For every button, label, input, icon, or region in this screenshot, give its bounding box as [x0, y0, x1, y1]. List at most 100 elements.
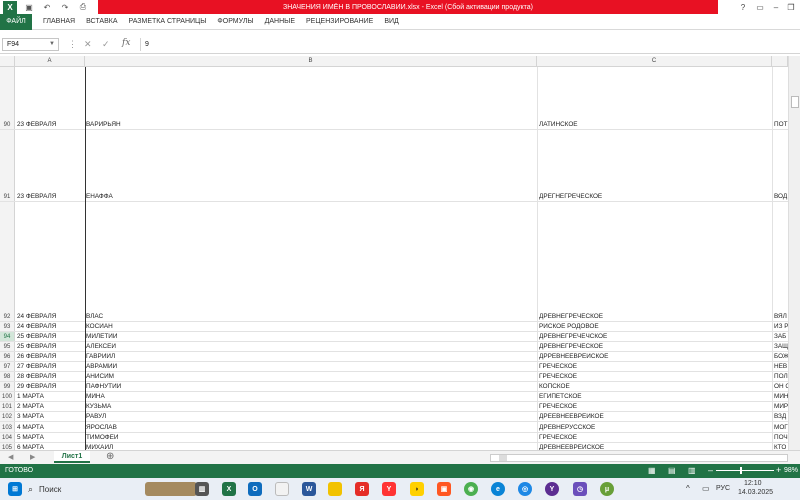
cell-name[interactable]: ГАВРИИЛ — [85, 353, 535, 360]
cell-origin[interactable]: ЛАТИНСКОЕ — [538, 121, 770, 128]
table-row[interactable]: 99 29 ФЕВРАЛЯ ПАФНУТИЙ КОПСКОЕ ОН С — [0, 382, 788, 392]
chevron-up-icon[interactable]: ^ — [686, 484, 690, 493]
word-icon[interactable]: W — [302, 482, 316, 496]
cell-name[interactable]: ВЛАС — [85, 313, 535, 320]
row-header[interactable]: 94 — [0, 332, 15, 341]
cell-name[interactable]: МИНА — [85, 393, 535, 400]
cell-meaning[interactable]: ПОЛ — [773, 373, 788, 380]
table-row[interactable]: 97 27 ФЕВРАЛЯ АВРАМИЙ ГРЕЧЕСКОЕ НЕВ — [0, 362, 788, 372]
column-header-a[interactable]: A — [15, 56, 85, 67]
cell-name[interactable]: МИЛЕТИЙ — [85, 333, 535, 340]
cell-meaning[interactable]: ВЯЛ — [773, 313, 788, 320]
table-row[interactable]: 104 5 МАРТА ТИМОФЕЙ ГРЕЧЕСКОЕ ПОЧ — [0, 433, 788, 443]
cell-meaning[interactable]: ПОЧ — [773, 434, 788, 441]
outlook-icon[interactable]: O — [248, 482, 262, 496]
cancel-icon[interactable]: ✕ — [84, 39, 92, 50]
table-row[interactable]: 91 23 ФЕВРАЛЯ ЕНАФФА ДРЕГНЕГРЕЧЕСКОЕ ВОД — [0, 130, 788, 202]
page-layout-icon[interactable]: ▤ — [668, 466, 676, 475]
tab-insert[interactable]: ВСТАВКА — [86, 18, 117, 25]
cell-date[interactable]: 4 МАРТА — [16, 424, 84, 431]
column-header-b[interactable]: B — [85, 56, 537, 67]
cell-meaning[interactable]: МИН — [773, 393, 788, 400]
app-icon[interactable]: ◗ — [410, 482, 424, 496]
row-header[interactable]: 102 — [0, 412, 15, 421]
horizontal-scrollbar[interactable] — [490, 454, 788, 462]
row-header[interactable]: 90 — [0, 67, 15, 129]
cell-meaning[interactable]: ИЗ Р — [773, 323, 788, 330]
row-header[interactable]: 104 — [0, 433, 15, 442]
task-view-icon[interactable]: ▥ — [195, 482, 209, 496]
cell-name[interactable]: ПАФНУТИЙ — [85, 383, 535, 390]
excel-taskbar-icon[interactable]: X — [222, 482, 236, 496]
browser-icon[interactable]: ◎ — [518, 482, 532, 496]
cell-name[interactable]: КОСИАН — [85, 323, 535, 330]
cell-name[interactable]: ЯРОСЛАВ — [85, 424, 535, 431]
cell-origin[interactable]: ДРЕВНЕГРЕЧЕСКОЕ — [538, 313, 770, 320]
row-header[interactable]: 92 — [0, 202, 15, 321]
row-header[interactable]: 105 — [0, 443, 15, 450]
cell-meaning[interactable]: ЗАЩ — [773, 343, 788, 350]
cell-date[interactable]: 23 ФЕВРАЛЯ — [16, 121, 84, 128]
table-row[interactable]: 98 28 ФЕВРАЛЯ АНИСИМ ГРЕЧЕСКОЕ ПОЛ — [0, 372, 788, 382]
zoom-in-icon[interactable]: + — [776, 465, 781, 475]
row-header[interactable]: 97 — [0, 362, 15, 371]
table-row[interactable]: 90 23 ФЕВРАЛЯ ВАРИРЬЯН ЛАТИНСКОЕ ПОТ — [0, 67, 788, 130]
name-box[interactable]: F94 ▼ — [2, 38, 59, 51]
cell-date[interactable]: 25 ФЕВРАЛЯ — [16, 343, 84, 350]
table-row[interactable]: 105 6 МАРТА МИХАИЛ ДРЕВНЕЕВРЕЙСКОЕ КТО — [0, 443, 788, 450]
cell-date[interactable]: 23 ФЕВРАЛЯ — [16, 193, 84, 200]
cell-meaning[interactable]: МОГ — [773, 424, 788, 431]
table-row[interactable]: 96 26 ФЕВРАЛЯ ГАВРИИЛ ДРРЕВНЕЕВРЕЙСКОЕ БОЖ — [0, 352, 788, 362]
cell-name[interactable]: АНИСИМ — [85, 373, 535, 380]
zoom-out-icon[interactable]: – — [708, 465, 713, 475]
cell-origin[interactable]: КОПСКОЕ — [538, 383, 770, 390]
cell-date[interactable]: 25 ФЕВРАЛЯ — [16, 333, 84, 340]
page-break-icon[interactable]: ▥ — [688, 466, 696, 475]
save-icon[interactable]: ▣ — [23, 1, 35, 13]
cell-origin[interactable]: ГРЕЧЕСКОЕ — [538, 363, 770, 370]
table-row[interactable]: 95 25 ФЕВРАЛЯ АЛЕКСЕЙ ДРЕВНЕГРЕЧЕСКОЕ ЗАЩ — [0, 342, 788, 352]
print-preview-icon[interactable]: ⎙ — [77, 1, 89, 13]
restore-icon[interactable]: ❐ — [781, 0, 800, 14]
scroll-thumb[interactable] — [791, 96, 799, 108]
clock-time[interactable]: 12:10 — [744, 480, 762, 487]
folder-icon[interactable] — [328, 482, 342, 496]
cell-date[interactable]: 27 ФЕВРАЛЯ — [16, 363, 84, 370]
cell-meaning[interactable]: ВОД — [773, 193, 788, 200]
search-box[interactable]: ⌕ Поиск — [28, 483, 128, 496]
formula-input[interactable]: 9 — [140, 38, 798, 51]
sheet-tab[interactable]: Лист1 — [54, 451, 90, 463]
row-header[interactable]: 101 — [0, 402, 15, 411]
cell-meaning[interactable]: ВЗД — [773, 413, 788, 420]
clock-date[interactable]: 14.03.2025 — [738, 489, 773, 496]
cell-origin[interactable]: ДРЕЕВНЕЕВРЕЙКОЕ — [538, 413, 770, 420]
cell-origin[interactable]: ДРЕВНЕГРЕЧЕЧСКОЕ — [538, 333, 770, 340]
add-sheet-icon[interactable]: ⊕ — [106, 451, 114, 462]
tab-page-layout[interactable]: РАЗМЕТКА СТРАНИЦЫ — [129, 18, 207, 25]
table-row[interactable]: 100 1 МАРТА МИНА ЕГИПЕТСКОЕ МИН — [0, 392, 788, 402]
cell-origin[interactable]: ГРЕЧЕСКОЕ — [538, 434, 770, 441]
cell-meaning[interactable]: ЗАБ — [773, 333, 788, 340]
tab-data[interactable]: ДАННЫЕ — [265, 18, 295, 25]
cell-name[interactable]: РАВУЛ — [85, 413, 535, 420]
cell-date[interactable]: 1 МАРТА — [16, 393, 84, 400]
column-header-c[interactable]: C — [537, 56, 772, 67]
next-sheet-icon[interactable]: ▶ — [30, 453, 35, 461]
cell-origin[interactable]: ГРЕЧЕСКОЕ — [538, 403, 770, 410]
chevron-down-icon[interactable]: ▼ — [49, 39, 55, 50]
app-icon[interactable]: ◷ — [573, 482, 587, 496]
tab-review[interactable]: РЕЦЕНЗИРОВАНИЕ — [306, 18, 373, 25]
cell-origin[interactable]: ДРЕГНЕГРЕЧЕСКОЕ — [538, 193, 770, 200]
file-icon[interactable] — [275, 482, 289, 496]
yandex-browser-icon[interactable]: Y — [382, 482, 396, 496]
tab-home[interactable]: ГЛАВНАЯ — [43, 18, 75, 25]
row-header[interactable]: 95 — [0, 342, 15, 351]
cell-name[interactable]: ЕНАФФА — [85, 193, 535, 200]
prev-sheet-icon[interactable]: ◀ — [8, 453, 13, 461]
select-all-corner[interactable] — [0, 56, 15, 67]
cell-date[interactable]: 3 МАРТА — [16, 413, 84, 420]
zoom-slider-thumb[interactable] — [740, 467, 742, 474]
cell-meaning[interactable]: ПОТ — [773, 121, 788, 128]
cell-meaning[interactable]: МИР — [773, 403, 788, 410]
table-row[interactable]: 92 24 ФЕВРАЛЯ ВЛАС ДРЕВНЕГРЕЧЕСКОЕ ВЯЛ — [0, 202, 788, 322]
